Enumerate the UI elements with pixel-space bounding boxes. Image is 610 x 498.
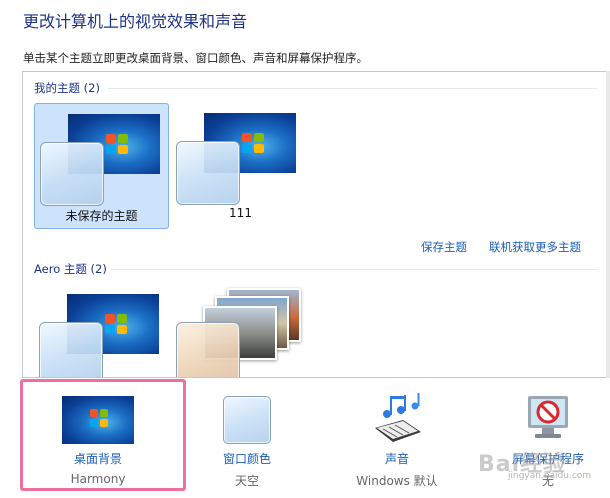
window-color-swatch <box>176 141 240 205</box>
theme-unsaved[interactable]: 未保存的主题 <box>34 103 169 229</box>
window-color-swatch <box>40 142 104 206</box>
theme-list-panel[interactable]: 我的主题 (2) 未保存的主题 111 保存主题 联机获取更多主题 Aero 主… <box>22 71 608 378</box>
highlight-annotation <box>20 379 186 491</box>
page-title: 更改计算机上的视觉效果和声音 <box>23 12 248 31</box>
watermark-url: jingyan.baidu.com <box>508 471 592 481</box>
sounds-value: Windows 默认 <box>356 474 438 488</box>
theme-label: 111 <box>229 206 252 220</box>
page-subtitle: 单击某个主题立即更改桌面背景、窗口颜色、声音和屏幕保护程序。 <box>23 51 368 65</box>
get-more-themes-link[interactable]: 联机获取更多主题 <box>489 239 581 255</box>
windows-logo-icon <box>242 133 266 155</box>
window-color-value: 天空 <box>234 474 259 488</box>
sounds-button[interactable]: 声音 Windows 默认 <box>337 388 457 488</box>
scrollbar[interactable] <box>606 71 610 378</box>
aero-themes-header: Aero 主题 (2) <box>34 262 107 276</box>
save-theme-link[interactable]: 保存主题 <box>421 239 467 255</box>
window-color-icon <box>223 396 271 444</box>
window-color-swatch <box>176 322 240 377</box>
window-color-swatch <box>39 322 103 377</box>
group-divider <box>108 88 597 89</box>
windows-logo-icon <box>105 314 129 336</box>
windows-logo-icon <box>106 134 130 156</box>
sound-icon <box>375 393 421 442</box>
screensaver-icon <box>528 396 568 438</box>
theme-111[interactable]: 111 <box>173 103 308 229</box>
my-themes-header: 我的主题 (2) <box>34 81 100 95</box>
window-color-button[interactable]: 窗口颜色 天空 <box>187 388 307 488</box>
window-color-label: 窗口颜色 <box>222 452 271 466</box>
theme-windows7[interactable] <box>34 284 169 377</box>
theme-label: 未保存的主题 <box>65 209 138 223</box>
group-divider <box>111 269 597 270</box>
sounds-label: 声音 <box>384 452 409 466</box>
theme-architecture[interactable] <box>173 284 308 377</box>
